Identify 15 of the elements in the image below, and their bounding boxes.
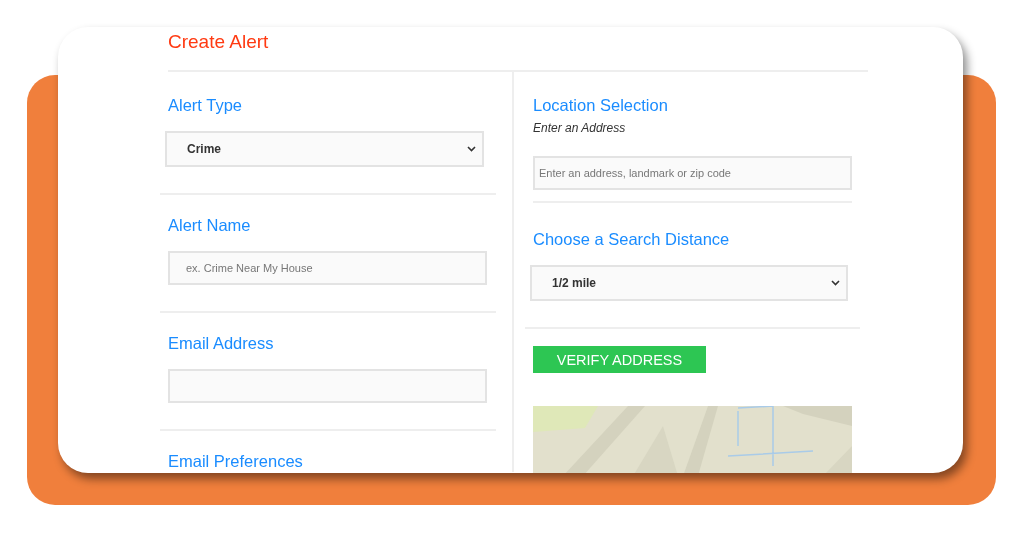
section-label: Email Address: [168, 333, 275, 353]
chevron-down-icon: [467, 146, 476, 152]
address-field[interactable]: Enter an address, landmark or zip code: [533, 156, 852, 190]
section-label: Email Preferences: [168, 451, 304, 471]
select-field[interactable]: Crime: [165, 131, 484, 167]
section-label: Alert Type: [168, 95, 243, 115]
input-field[interactable]: ex. Crime Near My House: [168, 251, 487, 285]
input-field[interactable]: [168, 369, 487, 403]
select-field[interactable]: 1/2 mile: [530, 265, 848, 301]
section-label: Location Selection: [533, 95, 669, 115]
chevron-down-icon: [831, 280, 840, 286]
hint-text: Enter an Address: [533, 120, 627, 136]
section-label: Alert Name: [168, 215, 252, 235]
page-title: Create Alert: [168, 32, 270, 52]
section-label: Choose a Search Distance: [533, 229, 731, 249]
